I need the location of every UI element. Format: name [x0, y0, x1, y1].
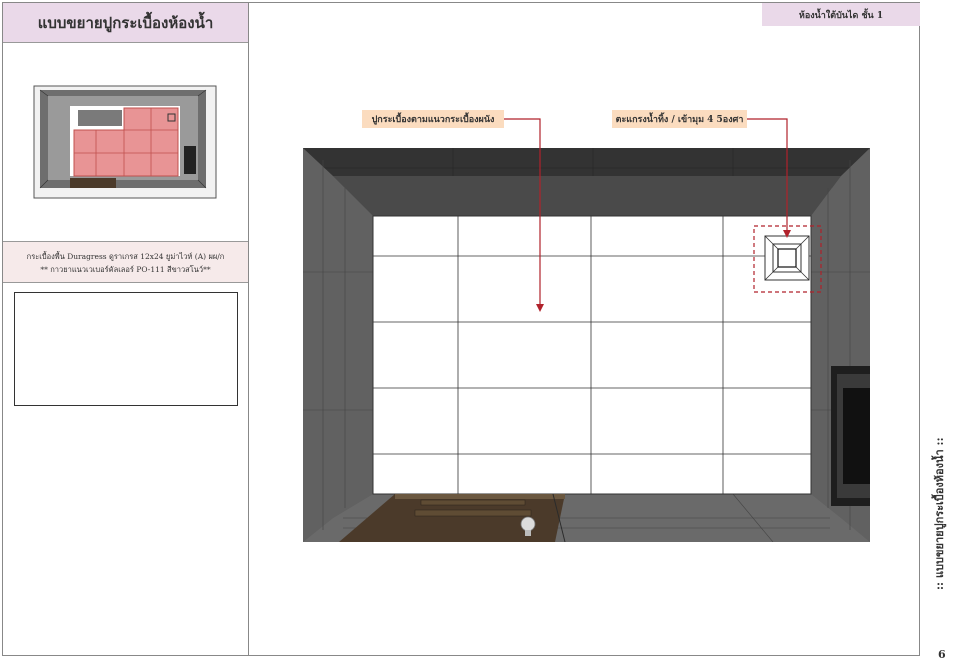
vertical-title: :: แบบขยายปูกระเบื้องห้องน้ำ ::: [933, 437, 946, 590]
callout-wall-alignment: ปูกระเบื้องตามแนวกระเบื้องผนัง: [362, 110, 504, 128]
callout-floor-drain: ตะแกรงน้ำทิ้ง / เข้ามุม 4 5องศา: [612, 110, 747, 128]
page-number: 6: [938, 648, 946, 661]
callout-leaders: [504, 118, 791, 312]
